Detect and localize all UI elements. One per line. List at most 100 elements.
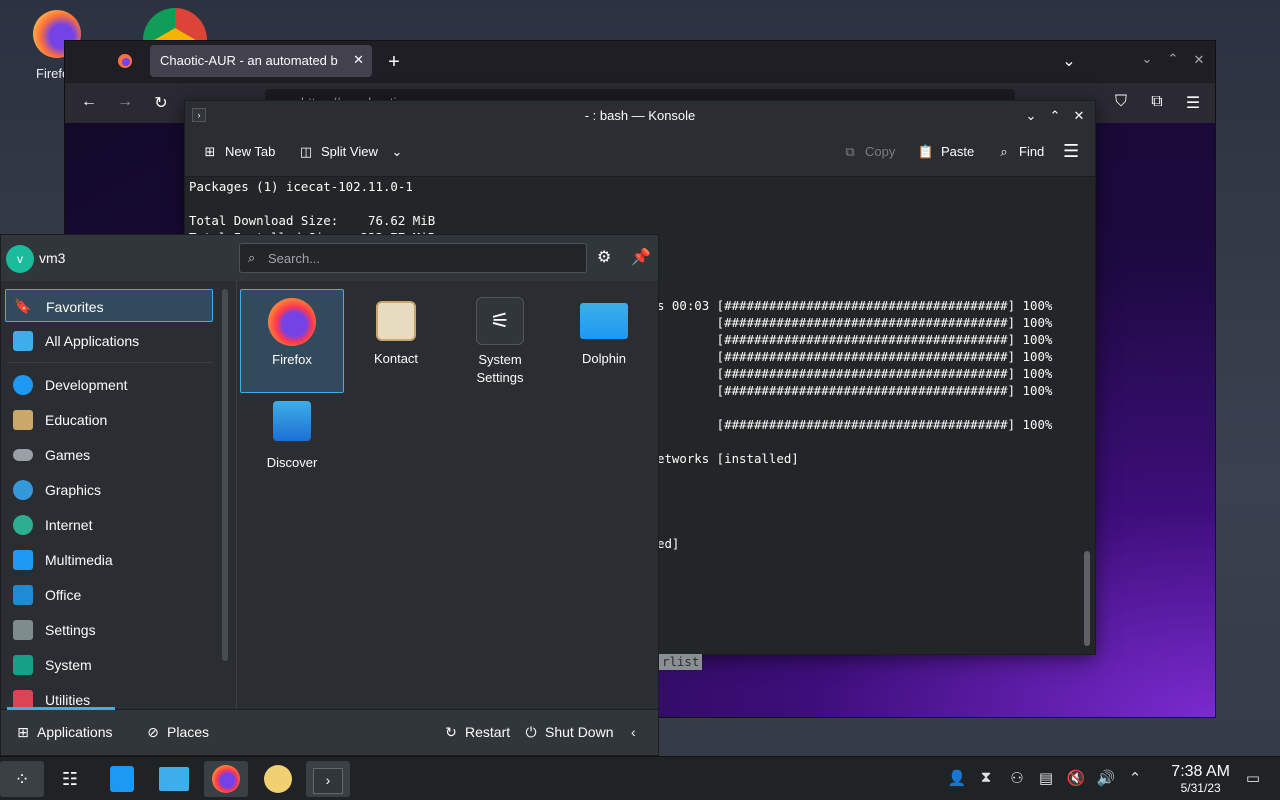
category-office[interactable]: Office [5, 578, 213, 611]
konsole-title: - : bash — Konsole [584, 108, 696, 123]
clipboard-icon[interactable]: ▤ [1035, 769, 1057, 787]
taskbar-firefox[interactable] [204, 761, 248, 797]
discover-icon [273, 401, 311, 441]
clock[interactable]: 7:38 AM 5/31/23 [1171, 763, 1230, 795]
more-options-icon[interactable]: ‹ [631, 724, 636, 740]
restart-icon: ↻ [445, 724, 457, 740]
category-education[interactable]: Education [5, 403, 213, 436]
app-kontact[interactable]: Kontact [344, 289, 448, 393]
category-settings[interactable]: Settings [5, 613, 213, 646]
terminal-line: etworks [installed] [657, 451, 799, 466]
terminal-scrollbar[interactable] [1082, 178, 1092, 654]
category-internet[interactable]: Internet [5, 508, 213, 541]
app-label: System Settings [476, 352, 524, 385]
configure-icon[interactable]: ⚙ [597, 247, 611, 267]
copy-icon: ⧉ [845, 144, 855, 159]
tab-applications[interactable]: ⊞ Applications [13, 724, 112, 741]
app-system-settings[interactable]: ⚟ System Settings [448, 289, 552, 393]
app-firefox[interactable]: Firefox [240, 289, 344, 393]
user-switcher-icon[interactable]: 👤 [946, 769, 968, 787]
clock-time: 7:38 AM [1171, 763, 1230, 780]
grid-icon [13, 331, 33, 351]
volume-icon[interactable]: 🔊 [1095, 769, 1117, 787]
terminal-highlight-fragment: rlist [659, 654, 703, 670]
paste-button[interactable]: 📋 Paste [917, 144, 974, 160]
taskbar-system-settings[interactable]: ☷ [48, 761, 92, 797]
close-tab-icon[interactable]: ✕ [353, 52, 364, 68]
category-graphics[interactable]: Graphics [5, 473, 213, 506]
taskbar-discover[interactable] [100, 761, 144, 797]
globe-icon [13, 515, 33, 535]
system-icon [13, 655, 33, 675]
system-settings-icon: ☷ [61, 769, 79, 789]
firefox-icon [212, 765, 240, 793]
search-icon: ⌕ [248, 250, 256, 265]
app-label: Firefox [272, 352, 312, 367]
network-icon[interactable]: ⚇ [1006, 769, 1028, 787]
forward-icon[interactable]: → [113, 93, 137, 111]
graphics-icon [13, 480, 33, 500]
restart-button[interactable]: ↻ Restart [441, 724, 510, 741]
terminal-line: Packages (1) icecat-102.11.0-1 [189, 179, 413, 194]
chevron-up-icon[interactable]: ⌃ [1124, 769, 1146, 787]
reload-icon[interactable]: ↻ [149, 93, 173, 113]
list-tabs-icon[interactable]: ⌄ [1057, 51, 1081, 71]
category-games[interactable]: Games [5, 438, 213, 471]
amarok-icon [264, 765, 292, 793]
new-tab-button[interactable]: ⊞ New Tab [201, 144, 276, 160]
pin-icon[interactable]: 📌 [631, 247, 651, 267]
category-all-applications[interactable]: All Applications [5, 324, 213, 357]
app-dolphin[interactable]: Dolphin [552, 289, 656, 393]
split-view-button[interactable]: ◫ Split View ⌄ [297, 144, 403, 160]
app-discover[interactable]: Discover [240, 393, 344, 497]
scrollbar-thumb[interactable] [1084, 551, 1090, 646]
gamepad-icon [13, 449, 33, 461]
taskbar-dolphin[interactable] [152, 761, 196, 797]
pocket-icon[interactable]: ⛉ [1109, 93, 1133, 111]
shutdown-button[interactable]: ⏻ Shut Down [521, 724, 613, 741]
show-desktop-icon[interactable]: ▭ [1242, 769, 1264, 787]
avatar[interactable]: v [6, 245, 34, 273]
firefox-view-icon[interactable] [113, 53, 137, 74]
maximize-icon[interactable]: ⌃ [1161, 51, 1185, 67]
browser-tab[interactable]: Chaotic-AUR - an automated b ✕ [150, 45, 372, 77]
kde-connect-icon[interactable]: ⧗ [975, 769, 997, 786]
app-label: Kontact [373, 351, 419, 366]
minimize-icon[interactable]: ⌄ [1021, 101, 1041, 131]
clock-date: 5/31/23 [1180, 781, 1221, 795]
terminal-line: [######################################]… [657, 315, 1053, 330]
category-development[interactable]: Development [5, 368, 213, 401]
category-favorites[interactable]: 🔖 Favorites [5, 289, 213, 322]
taskbar-konsole[interactable]: › [306, 761, 350, 797]
category-list: 🔖 Favorites All Applications Development… [1, 281, 221, 710]
tab-title: Chaotic-AUR - an automated b [160, 53, 338, 68]
terminal-line: ed] [657, 536, 680, 551]
copy-button[interactable]: ⧉ Copy [841, 144, 895, 160]
application-launcher[interactable]: v vm3 ⌕ Search... ⚙ 📌 🔖 Favorites All Ap… [0, 234, 659, 756]
new-tab-icon[interactable]: + [382, 51, 406, 74]
bookmark-icon: 🔖 [14, 298, 32, 314]
multimedia-icon [13, 550, 33, 570]
maximize-icon[interactable]: ⌃ [1045, 101, 1065, 131]
hamburger-menu-icon[interactable]: ☰ [1063, 141, 1079, 162]
tab-places[interactable]: ⊘ Places [143, 724, 209, 741]
volume-muted-icon[interactable]: 🔇 [1065, 769, 1087, 787]
app-launcher-button[interactable]: ⁘ [0, 761, 44, 797]
search-input[interactable]: ⌕ Search... [239, 243, 587, 273]
find-button[interactable]: ⌕ Find [995, 144, 1044, 160]
back-icon[interactable]: ← [77, 93, 101, 111]
category-scrollbar[interactable] [222, 289, 228, 661]
menu-icon[interactable]: ☰ [1181, 93, 1205, 113]
terminal-line: [######################################]… [657, 383, 1053, 398]
terminal-line: [######################################]… [657, 349, 1053, 364]
close-window-icon[interactable]: ✕ [1187, 52, 1211, 68]
user-name: vm3 [39, 250, 66, 266]
launcher-header: v vm3 ⌕ Search... ⚙ 📌 [1, 235, 658, 281]
category-multimedia[interactable]: Multimedia [5, 543, 213, 576]
category-system[interactable]: System [5, 648, 213, 681]
office-icon [13, 585, 33, 605]
taskbar-amarok[interactable] [256, 761, 300, 797]
extensions-icon[interactable]: ⧉ [1145, 93, 1169, 111]
minimize-icon[interactable]: ⌄ [1135, 51, 1159, 67]
close-window-icon[interactable]: ✕ [1069, 101, 1089, 131]
